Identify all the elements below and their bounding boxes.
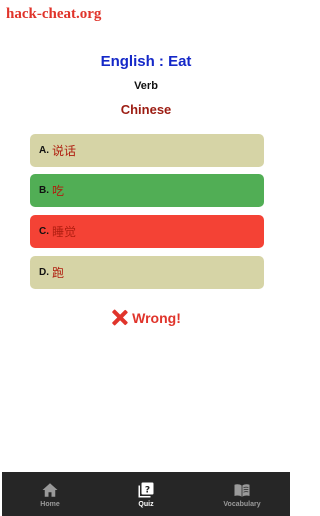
nav-quiz[interactable]: ? Quiz xyxy=(98,472,194,516)
nav-home-label: Home xyxy=(40,500,60,508)
feedback-text: Wrong! xyxy=(132,309,181,326)
option-letter: A. xyxy=(39,145,49,156)
answer-option-a[interactable]: A. 说话 xyxy=(30,134,264,167)
nav-home[interactable]: Home xyxy=(2,472,98,516)
answer-option-d[interactable]: D. 跑 xyxy=(30,256,264,289)
option-letter: B. xyxy=(39,185,49,196)
answer-option-b[interactable]: B. 吃 xyxy=(30,174,264,207)
svg-text:?: ? xyxy=(145,485,150,495)
nav-vocabulary-label: Vocabulary xyxy=(223,500,261,508)
cross-mark-icon xyxy=(111,309,128,326)
quiz-screen: hack-cheat.org English : Eat Verb Chines… xyxy=(2,0,290,516)
home-icon xyxy=(42,482,58,497)
quiz-icon: ? xyxy=(138,482,154,497)
option-letter: C. xyxy=(39,226,49,237)
bottom-navigation: Home ? Quiz Vocabulary xyxy=(2,472,290,516)
option-text: 跑 xyxy=(52,266,65,280)
target-language-label: Chinese xyxy=(120,102,172,117)
option-text: 睡觉 xyxy=(52,225,77,239)
nav-vocabulary[interactable]: Vocabulary xyxy=(194,472,290,516)
option-text: 吃 xyxy=(52,184,65,198)
option-text: 说话 xyxy=(52,144,77,158)
answer-option-c[interactable]: C. 睡觉 xyxy=(30,215,264,248)
watermark: hack-cheat.org xyxy=(6,6,102,22)
book-icon xyxy=(234,483,250,497)
word-type-label: Verb xyxy=(134,80,158,92)
quiz-word-title: English : Eat xyxy=(100,53,192,70)
nav-quiz-label: Quiz xyxy=(138,500,154,508)
option-letter: D. xyxy=(39,267,49,278)
answer-feedback: Wrong! xyxy=(2,309,290,326)
